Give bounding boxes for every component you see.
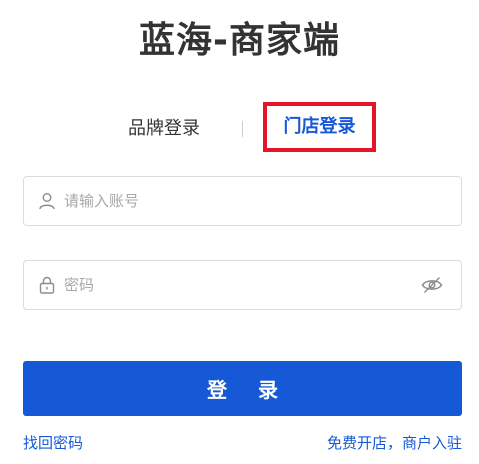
merchant-register-link[interactable]: 免费开店，商户入驻 (327, 433, 462, 453)
login-tabs: 品牌登录 门店登录 (0, 102, 479, 154)
account-input[interactable] (64, 187, 404, 215)
tab-store-login[interactable]: 门店登录 (263, 102, 376, 152)
page-title: 蓝海-商家端 (139, 20, 340, 61)
forgot-password-link[interactable]: 找回密码 (23, 433, 83, 453)
lock-icon (38, 276, 56, 294)
password-input[interactable] (64, 271, 404, 299)
eye-off-icon[interactable] (421, 276, 443, 294)
password-field[interactable] (23, 260, 462, 310)
tab-brand-login[interactable]: 品牌登录 (110, 116, 218, 142)
tab-divider (242, 121, 243, 137)
account-field[interactable] (23, 176, 462, 226)
login-button[interactable]: 登 录 (23, 361, 462, 416)
user-icon (38, 192, 56, 210)
